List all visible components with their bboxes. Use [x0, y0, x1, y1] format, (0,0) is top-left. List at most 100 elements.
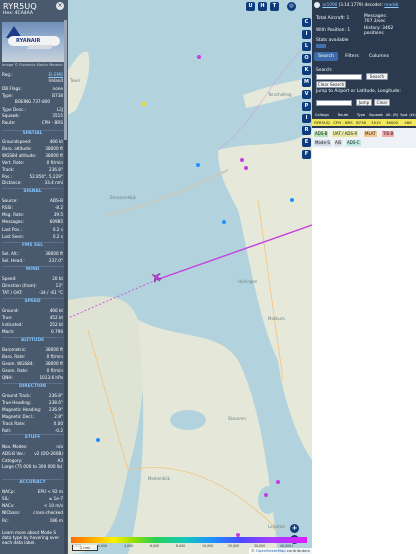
stats-toggle[interactable] [316, 44, 326, 48]
detail-value: < 10 m/s [43, 503, 63, 508]
app-version: (3.14.1779) decoder: [338, 2, 383, 7]
map-btn-t[interactable]: T [270, 2, 279, 11]
stats-available[interactable]: Stats available [316, 38, 348, 43]
detail-label: Last Seen: [2, 234, 24, 239]
map-canvas[interactable]: Breezanddijk Texel Terschelling Harlinge… [68, 0, 312, 554]
zoom-in-button[interactable]: + [290, 524, 299, 533]
detail-row: Last Pos.: 0.2 s [2, 227, 63, 233]
detail-value: 0.2 s [52, 234, 63, 239]
detail-row: Vert. Rate: 0 ft/min [2, 160, 63, 166]
detail-row: Indicated: 252 kt [2, 322, 63, 328]
jump-input[interactable] [316, 100, 352, 106]
detail-label: Nav. Modes: [2, 444, 28, 449]
map-btn-h[interactable]: H [258, 2, 267, 11]
detail-value: 236.8° [48, 167, 63, 172]
jump-button[interactable]: Jump [356, 99, 372, 106]
photo-credit[interactable]: Image © Florencio Martin Moreno [2, 63, 63, 67]
detail-label: SIL: [2, 496, 10, 501]
col-header[interactable]: Callsign [312, 112, 332, 119]
messages-value: 707.3/sec [364, 19, 386, 24]
side-btn-c[interactable]: C [302, 18, 311, 27]
db-flags-row: DB Flags: none [2, 86, 63, 92]
detail-value: 1013.6 hPa [39, 375, 63, 380]
detail-value: -8.2 [54, 205, 63, 210]
side-btn-i2[interactable]: I [302, 114, 311, 123]
tab-filters[interactable]: Filters [340, 52, 364, 61]
detail-row: Groundspeed: 466 kt [2, 139, 63, 145]
side-btn-p[interactable]: P [302, 102, 311, 111]
section-wind[interactable]: WIND [2, 266, 63, 272]
detail-value: 38000 ft [45, 153, 63, 158]
side-btn-f[interactable]: F [302, 150, 311, 159]
section-speed[interactable]: SPEED [2, 298, 63, 304]
search-input[interactable] [316, 74, 362, 80]
section-stuff[interactable]: STUFF [2, 434, 63, 440]
map-btn-u[interactable]: U [246, 2, 255, 11]
detail-value: 466 kt [49, 139, 63, 144]
detail-value: 38000 ft [45, 251, 63, 256]
detail-value: 236.8° [48, 393, 63, 398]
map-view[interactable]: Breezanddijk Texel Terschelling Harlinge… [68, 0, 312, 554]
detail-label: Speed: [2, 276, 17, 281]
source-badge: ADS-B [314, 131, 329, 137]
side-btn-v[interactable]: V [302, 90, 311, 99]
detail-value: 0.00 [53, 421, 63, 426]
detail-value: EPU < 92 m [37, 489, 63, 494]
legend-tick: 4,000 [124, 544, 134, 548]
aircraft-photo[interactable]: RYANAIR [2, 22, 66, 62]
table-cell[interactable]: RYR5UQ [312, 119, 332, 126]
table-cell[interactable]: 466 [400, 119, 416, 126]
detail-row: SIL: ≤ 1e-7 [2, 496, 63, 502]
decoder-link[interactable]: readsb [384, 2, 398, 7]
section-fms-sel[interactable]: FMS SEL [2, 242, 63, 248]
close-icon[interactable]: × [56, 2, 64, 10]
detail-label: Sel. Head.: [2, 258, 25, 263]
section-accuracy[interactable]: ACCURACY [2, 479, 63, 485]
clear-button[interactable]: Clear [374, 99, 390, 106]
col-header[interactable]: Route [332, 112, 354, 119]
section-altitude[interactable]: ALTITUDE [2, 337, 63, 343]
clear-search-button[interactable]: Clear Search [316, 81, 346, 88]
app-name-link[interactable]: ar1090 [322, 2, 337, 7]
detail-row: Mach: 0.796 [2, 329, 63, 335]
table-cell[interactable]: 3515 [368, 119, 384, 126]
search-button[interactable]: Search [366, 73, 388, 80]
side-btn-l[interactable]: L [302, 42, 311, 51]
detail-value: 60985 [49, 219, 63, 224]
legend-tick: 8,000 [176, 544, 186, 548]
section-direction[interactable]: DIRECTION [2, 383, 63, 389]
scrollbar-thumb[interactable] [64, 20, 67, 140]
side-btn-k[interactable]: K [302, 66, 311, 75]
tab-columns[interactable]: Columns [366, 52, 392, 61]
col-header[interactable]: Spd. (kt) [400, 112, 416, 119]
section-signal[interactable]: SIGNAL [2, 188, 63, 194]
col-header[interactable]: Squawk [368, 112, 384, 119]
detail-label: Geom. WGS84: [2, 361, 34, 366]
detail-value: 39.5 [53, 212, 63, 217]
layers-icon[interactable]: ◎ [287, 2, 296, 11]
table-cell[interactable]: 38000 [384, 119, 400, 126]
detail-label: WGS84 altitude: [2, 153, 37, 158]
side-btn-i[interactable]: I [302, 30, 311, 39]
osm-link[interactable]: OpenStreetMap [256, 548, 286, 553]
panel-scrollbar[interactable] [64, 20, 67, 554]
tab-search[interactable]: Search [314, 52, 338, 61]
col-header[interactable]: Type [354, 112, 368, 119]
side-btn-r[interactable]: R [302, 126, 311, 135]
detail-label: Barometric: [2, 347, 27, 352]
detail-value: 452 kt [49, 315, 63, 320]
detail-value: 466 kt [49, 308, 63, 313]
col-header[interactable]: Alt. (ft) [384, 112, 400, 119]
side-btn-m[interactable]: M [302, 78, 311, 87]
livery-text: RYANAIR [16, 38, 41, 44]
detail-value: 236.9° [48, 407, 63, 412]
detail-label: Indicated: [2, 322, 23, 327]
table-cell[interactable]: B738 [354, 119, 368, 126]
detail-row: Source: ADS-B [2, 198, 63, 204]
table-cell[interactable]: CPH - BRS [332, 119, 354, 126]
detail-label: NICbaro: [2, 510, 21, 515]
side-btn-o[interactable]: O [302, 54, 311, 63]
detail-row: Rc: 186 m [2, 518, 63, 524]
side-btn-e[interactable]: E [302, 138, 311, 147]
section-spatial[interactable]: SPATIAL [2, 130, 63, 136]
